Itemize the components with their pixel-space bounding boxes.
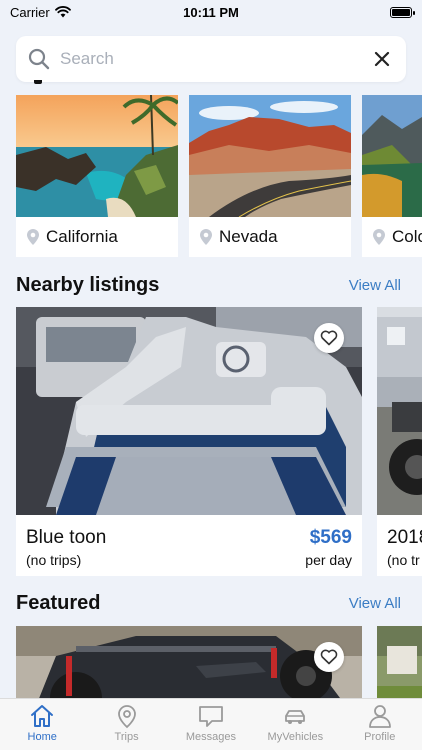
- carrier-label: Carrier: [10, 4, 50, 20]
- favorite-button[interactable]: [314, 642, 344, 672]
- listing-card[interactable]: 2018 (no tr: [377, 307, 422, 576]
- tab-bar: Home Trips Messages MyVehicles Profile: [0, 698, 422, 750]
- tab-profile[interactable]: Profile: [338, 703, 422, 743]
- featured-card[interactable]: [377, 626, 422, 706]
- atv-photo: [377, 307, 422, 515]
- destination-card-california[interactable]: California: [16, 95, 178, 257]
- destination-card-colorado[interactable]: Colo: [362, 95, 422, 257]
- destination-carousel[interactable]: California Nevada Col: [16, 95, 422, 257]
- listing-info: Blue toon (no trips) $569 per day: [16, 515, 362, 576]
- destination-card-nevada[interactable]: Nevada: [189, 95, 351, 257]
- location-pin-icon: [27, 229, 39, 245]
- nearby-listings-header: Nearby listings View All: [16, 274, 406, 297]
- listing-price-unit: per day: [305, 552, 352, 568]
- colorado-photo: [362, 95, 422, 217]
- status-bar: Carrier 10:11 PM: [0, 0, 422, 24]
- car-icon: [285, 710, 306, 724]
- favorite-button[interactable]: [314, 323, 344, 353]
- tab-label: Messages: [185, 731, 237, 743]
- destination-name: Colo: [392, 227, 422, 246]
- listing-price: $569: [309, 527, 352, 548]
- clipped-section-heading: [34, 80, 42, 84]
- california-photo: [16, 95, 178, 217]
- nevada-photo: [189, 95, 351, 217]
- listing-text: Blue toon (no trips): [26, 527, 106, 576]
- listing-price-block: $569 per day: [305, 527, 352, 576]
- destination-name: California: [46, 227, 118, 246]
- listing-photo: [377, 626, 422, 706]
- listing-info: 2018 (no tr: [377, 515, 422, 576]
- heart-icon: [320, 330, 338, 346]
- view-all-featured-link[interactable]: View All: [349, 595, 401, 612]
- section-title: Featured: [16, 592, 101, 614]
- destination-label: Nevada: [189, 217, 351, 257]
- home-icon: [31, 705, 54, 727]
- featured-header: Featured View All: [16, 592, 406, 615]
- battery-icon: [390, 6, 415, 18]
- clear-search-button[interactable]: [370, 47, 394, 71]
- tab-label: Profile: [364, 731, 396, 743]
- pontoon-boat-photo: [16, 307, 362, 515]
- view-all-nearby-link[interactable]: View All: [349, 277, 401, 294]
- person-icon: [368, 705, 391, 728]
- location-pin-icon: [117, 705, 136, 729]
- search-icon: [28, 48, 50, 70]
- featured-carousel[interactable]: [16, 626, 422, 706]
- tab-label: Trips: [114, 731, 139, 743]
- listing-trips: (no trips): [26, 552, 82, 568]
- tab-label: Home: [27, 731, 57, 743]
- listing-title: Blue toon: [26, 527, 107, 548]
- destination-label: California: [16, 217, 178, 257]
- heart-icon: [320, 649, 338, 665]
- destination-name: Nevada: [219, 227, 278, 246]
- nearby-listings-carousel[interactable]: Blue toon (no trips) $569 per day 201 (n…: [16, 307, 422, 577]
- listing-trips: (no tr: [387, 552, 420, 568]
- wifi-icon: [54, 6, 71, 18]
- utv-photo: [16, 626, 362, 706]
- featured-card[interactable]: [16, 626, 362, 706]
- listing-title: 2018: [387, 527, 422, 548]
- listing-card[interactable]: Blue toon (no trips) $569 per day: [16, 307, 362, 576]
- message-icon: [199, 706, 223, 727]
- close-icon: [374, 51, 390, 67]
- location-pin-icon: [200, 229, 212, 245]
- tab-label: MyVehicles: [267, 731, 324, 743]
- listing-text: 2018 (no tr: [387, 527, 422, 576]
- search-bar[interactable]: [16, 36, 406, 82]
- tab-messages[interactable]: Messages: [169, 703, 253, 743]
- location-pin-icon: [373, 229, 385, 245]
- search-input[interactable]: [60, 49, 370, 69]
- section-title: Nearby listings: [16, 274, 160, 296]
- destination-label: Colo: [362, 217, 422, 257]
- tab-my-vehicles[interactable]: MyVehicles: [253, 703, 337, 743]
- status-left: Carrier: [10, 5, 71, 20]
- tab-home[interactable]: Home: [0, 703, 84, 743]
- tab-trips[interactable]: Trips: [85, 703, 169, 743]
